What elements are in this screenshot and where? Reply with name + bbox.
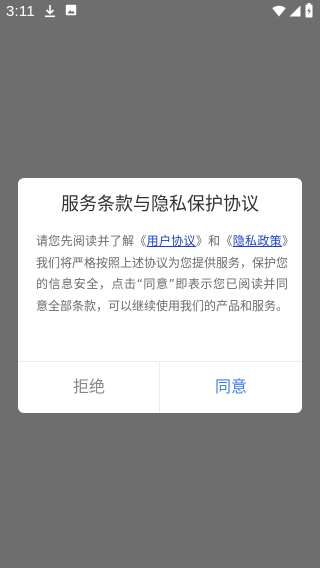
image-icon bbox=[65, 4, 77, 20]
dialog-title: 服务条款与隐私保护协议 bbox=[61, 194, 259, 215]
dialog-body: 请您先阅读并了解《用户协议》和《隐私政策》我们将严格按照上述协议为您提供服务，保… bbox=[36, 231, 288, 317]
privacy-dialog: 服务条款与隐私保护协议 请您先阅读并了解《用户协议》和《隐私政策》我们将严格按照… bbox=[18, 178, 302, 413]
status-bar: 3:11 bbox=[0, 0, 320, 24]
wifi-icon bbox=[272, 5, 286, 21]
download-icon bbox=[44, 4, 56, 22]
user-agreement-link[interactable]: 用户协议 bbox=[147, 234, 196, 248]
signal-icon bbox=[289, 5, 301, 21]
dialog-actions: 拒绝 同意 bbox=[18, 361, 302, 413]
body-middle: 》和《 bbox=[195, 234, 233, 248]
reject-button[interactable]: 拒绝 bbox=[18, 362, 160, 413]
privacy-policy-link[interactable]: 隐私政策 bbox=[233, 234, 282, 248]
agree-button[interactable]: 同意 bbox=[160, 362, 302, 413]
battery-icon bbox=[305, 3, 313, 22]
body-prefix: 请您先阅读并了解《 bbox=[36, 234, 147, 248]
status-time: 3:11 bbox=[6, 3, 35, 20]
